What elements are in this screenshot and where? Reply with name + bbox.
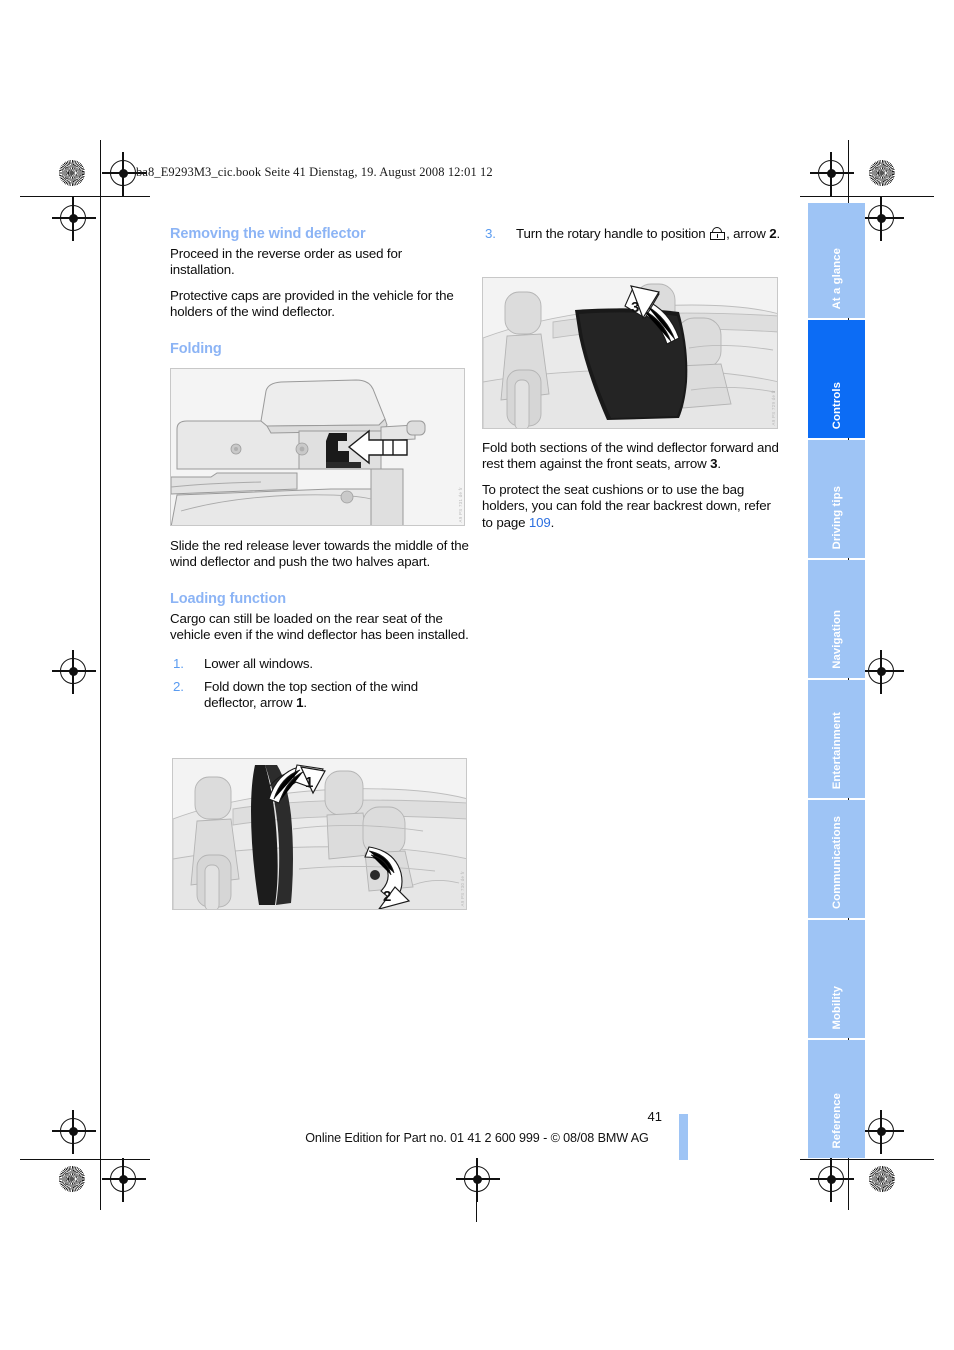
- right-column-lower: Fold both sections of the wind deflector…: [482, 440, 782, 531]
- step-3-text-before: Turn the rotary handle to position: [516, 226, 710, 241]
- fold-both-text-after: .: [717, 456, 721, 472]
- heading-loading-function: Loading function: [170, 590, 286, 607]
- loading-function-steps: 1. Lower all windows. 2. Fold down the t…: [170, 656, 470, 712]
- paragraph-slide-red-release-lever: Slide the red release lever towards the …: [170, 538, 469, 570]
- right-column-steps: 3. Turn the rotary handle to position , …: [482, 226, 782, 242]
- tab-entertainment-label: Entertainment: [830, 711, 843, 789]
- registration-mark-top-left: [102, 152, 146, 196]
- step-item-3: 3. Turn the rotary handle to position , …: [482, 226, 782, 242]
- registration-mark-left-upper: [52, 197, 96, 241]
- heading-removing-the-wind-deflector: Removing the wind deflector: [170, 226, 366, 242]
- registration-mark-right-middle: [860, 650, 904, 694]
- step-3-number: 3.: [485, 226, 496, 241]
- trim-line-left-vertical: [100, 140, 102, 1210]
- trim-line-top-right-horizontal: [800, 196, 934, 198]
- paragraph-proceed-reverse-order: Proceed in the reverse order as used for…: [170, 246, 402, 278]
- left-column: Removing the wind deflector Proceed in t…: [170, 226, 470, 361]
- step-item-1: 1. Lower all windows.: [170, 656, 470, 672]
- page-reference-link[interactable]: 109: [529, 515, 551, 530]
- tab-driving-tips[interactable]: Driving tips: [808, 440, 865, 558]
- protect-text-after: .: [550, 514, 555, 530]
- step-1-text: Lower all windows.: [204, 655, 313, 671]
- registration-mark-left-middle: [52, 650, 96, 694]
- paragraph-cargo-loaded: Cargo can still be loaded on the rear se…: [170, 610, 469, 643]
- registration-rosette-bottom-right: [869, 1166, 895, 1192]
- tab-at-a-glance-label: At a glance: [830, 247, 843, 309]
- step-2-text-after: .: [303, 695, 307, 711]
- svg-text:3: 3: [631, 299, 639, 316]
- trim-line-bottom-horizontal: [20, 1159, 150, 1161]
- figure-2-reference-code: A9 PS 729 de fr: [771, 389, 776, 426]
- registration-mark-top-right: [810, 152, 854, 196]
- step-item-2: 2. Fold down the top section of the wind…: [170, 679, 470, 712]
- registration-mark-bottom-left: [102, 1158, 146, 1202]
- figure-fold-sections-forward: 3 A9 PS 729 de fr: [482, 277, 778, 429]
- step-2-number: 2.: [173, 679, 184, 695]
- trim-line-top-horizontal: [20, 196, 150, 198]
- step-1-number: 1.: [173, 655, 184, 671]
- right-column: 3. Turn the rotary handle to position , …: [482, 226, 782, 249]
- left-column-lower: Slide the red release lever towards the …: [170, 538, 470, 719]
- figure-fold-down-top-section: 1 2 A9 PS 730 de fr: [172, 758, 467, 910]
- tab-mobility-label: Mobility: [830, 985, 843, 1029]
- registration-mark-right-upper: [860, 197, 904, 241]
- trim-line-bottom-center-vertical: [476, 1180, 478, 1222]
- footer-edition-text: Online Edition for Part no. 01 41 2 600 …: [305, 1131, 649, 1145]
- tab-communications[interactable]: Communications: [808, 800, 865, 918]
- paragraph-fold-both-sections: Fold both sections of the wind deflector…: [482, 440, 782, 473]
- tab-navigation-label: Navigation: [830, 610, 843, 669]
- registration-rosette-bottom-left: [59, 1166, 85, 1192]
- chapter-tab-navigation: At a glance Controls Driving tips Naviga…: [808, 203, 865, 1160]
- paragraph-protective-caps: Protective caps are provided in the vehi…: [170, 287, 454, 320]
- registration-rosette-top-left: [59, 160, 85, 186]
- registration-mark-bottom-right: [810, 1158, 854, 1202]
- tab-controls-label: Controls: [830, 381, 843, 429]
- figure-1-reference-code: A9 PS 731 de fr: [458, 486, 463, 523]
- fold-both-text-before: Fold both sections of the wind deflector…: [482, 440, 779, 472]
- page-number: 41: [647, 1109, 662, 1124]
- open-padlock-icon: [710, 227, 726, 240]
- tab-communications-label: Communications: [830, 815, 843, 909]
- tab-entertainment[interactable]: Entertainment: [808, 680, 865, 798]
- tab-driving-tips-label: Driving tips: [830, 485, 843, 549]
- protect-text-before: To protect the seat cushions or to use t…: [482, 481, 771, 530]
- tab-controls[interactable]: Controls: [808, 320, 865, 438]
- step-3-text-after: .: [776, 226, 781, 241]
- paragraph-protect-seat-cushions: To protect the seat cushions or to use t…: [482, 482, 782, 531]
- heading-folding: Folding: [170, 340, 222, 357]
- tab-at-a-glance[interactable]: At a glance: [808, 203, 865, 318]
- svg-text:1: 1: [305, 774, 313, 791]
- tab-navigation[interactable]: Navigation: [808, 560, 865, 678]
- step-3-text-middle: , arrow: [726, 226, 770, 241]
- scan-header-text: ba8_E9293M3_cic.book Seite 41 Dienstag, …: [136, 165, 493, 179]
- registration-rosette-top-right: [869, 160, 895, 186]
- svg-text:2: 2: [383, 888, 391, 905]
- figure-wind-deflector-release-lever: A9 PS 731 de fr: [170, 368, 465, 526]
- tab-mobility[interactable]: Mobility: [808, 920, 865, 1038]
- figure-3-reference-code: A9 PS 730 de fr: [460, 870, 465, 907]
- step-2-text-before: Fold down the top section of the wind de…: [204, 679, 418, 711]
